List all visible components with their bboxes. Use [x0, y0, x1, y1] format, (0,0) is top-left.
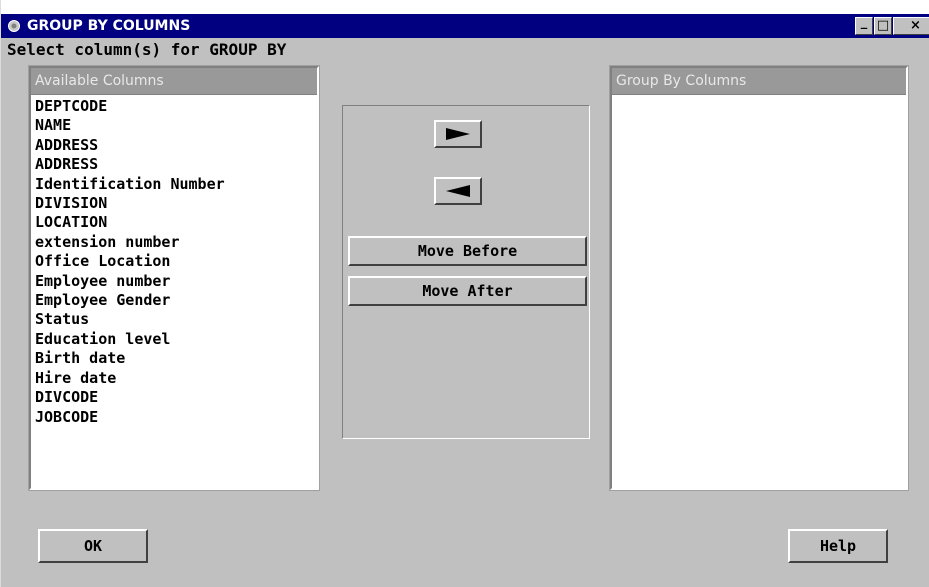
left-arrow-icon	[446, 185, 470, 197]
available-column-item[interactable]: Status	[35, 310, 317, 329]
help-button[interactable]: Help	[788, 529, 888, 563]
ok-button[interactable]: OK	[38, 529, 148, 563]
minimize-icon: _	[860, 15, 868, 30]
right-arrow-icon	[446, 128, 470, 140]
available-column-item[interactable]: NAME	[35, 116, 317, 135]
available-column-item[interactable]: JOBCODE	[35, 408, 317, 427]
close-icon: ×	[910, 18, 921, 33]
available-column-item[interactable]: DIVCODE	[35, 388, 317, 407]
maximize-icon: □	[876, 18, 890, 33]
available-columns-list[interactable]: Available Columns DEPTCODE NAME ADDRESS ADD…	[28, 65, 320, 491]
group-by-columns-header: Group By Columns	[612, 68, 906, 95]
maximize-button[interactable]: □	[874, 17, 892, 35]
group-by-columns-items	[612, 95, 906, 97]
remove-column-button[interactable]	[434, 177, 482, 205]
available-column-item[interactable]: Hire date	[35, 369, 317, 388]
available-column-item[interactable]: Employee number	[35, 272, 317, 291]
title-bar[interactable]: GROUP BY COLUMNS _ □ ×	[1, 14, 929, 38]
available-column-item[interactable]: Birth date	[35, 349, 317, 368]
available-column-item[interactable]: Office Location	[35, 252, 317, 271]
move-before-button[interactable]: Move Before	[348, 236, 587, 266]
app-icon	[8, 20, 20, 32]
available-column-item[interactable]: ADDRESS	[35, 155, 317, 174]
group-by-columns-list[interactable]: Group By Columns	[609, 65, 909, 491]
move-after-button[interactable]: Move After	[348, 276, 587, 306]
available-column-item[interactable]: Identification Number	[35, 175, 317, 194]
available-column-item[interactable]: DEPTCODE	[35, 97, 317, 116]
available-columns-items: DEPTCODE NAME ADDRESS ADDRESS Identification…	[31, 95, 317, 427]
available-column-item[interactable]: Education level	[35, 330, 317, 349]
minimize-button[interactable]: _	[855, 15, 873, 35]
window-title: GROUP BY COLUMNS	[27, 18, 191, 34]
title-bar-top-edge	[1, 0, 929, 14]
available-column-item[interactable]: LOCATION	[35, 213, 317, 232]
close-button[interactable]: ×	[893, 17, 929, 35]
group-by-columns-dialog: GROUP BY COLUMNS _ □ × Select column(s) …	[0, 0, 929, 587]
available-column-item[interactable]: extension number	[35, 233, 317, 252]
add-column-button[interactable]	[434, 120, 482, 148]
available-column-item[interactable]: Employee Gender	[35, 291, 317, 310]
available-column-item[interactable]: DIVISION	[35, 194, 317, 213]
instruction-label: Select column(s) for GROUP BY	[7, 40, 287, 59]
bottom-edge	[1, 572, 929, 587]
move-controls-panel: Move Before Move After	[342, 105, 590, 439]
available-column-item[interactable]: ADDRESS	[35, 136, 317, 155]
available-columns-header: Available Columns	[31, 68, 317, 95]
